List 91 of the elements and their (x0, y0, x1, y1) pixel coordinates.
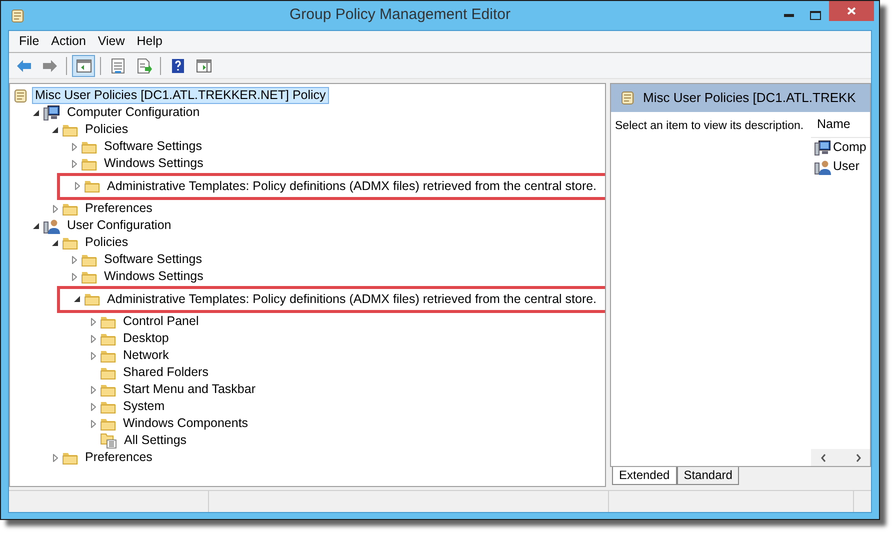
tree-item[interactable]: Windows Settings (101, 268, 206, 285)
tree-item[interactable]: System (120, 398, 168, 415)
scroll-icon (619, 90, 635, 106)
folder-icon (62, 122, 78, 136)
folder-icon (100, 416, 116, 430)
column-header[interactable]: Name (811, 112, 870, 138)
list-item[interactable]: User (833, 157, 860, 176)
folder-icon (62, 202, 78, 216)
folder-icon (100, 366, 116, 380)
close-button[interactable] (829, 1, 874, 21)
folder-icon (81, 270, 97, 284)
expand-icon[interactable] (90, 318, 96, 326)
folder-icon (100, 348, 116, 362)
list-item[interactable]: Comp (833, 138, 866, 157)
close-icon (847, 7, 856, 15)
expand-icon[interactable] (74, 182, 80, 190)
tree-item[interactable]: Software Settings (101, 251, 205, 268)
back-icon (16, 58, 32, 74)
folder-icon (100, 314, 116, 328)
menu-item[interactable]: View (92, 32, 131, 51)
tree-item[interactable]: User Configuration (64, 217, 174, 234)
scroll-left-icon[interactable] (821, 454, 826, 462)
collapse-icon[interactable] (74, 296, 80, 302)
toolbar-button[interactable] (72, 54, 95, 76)
expand-icon[interactable] (72, 160, 76, 168)
expand-icon[interactable] (72, 142, 76, 150)
folder-icon (84, 179, 100, 193)
tree-item[interactable]: Computer Configuration (64, 104, 203, 121)
menu-item[interactable]: Help (130, 32, 168, 51)
tree-item[interactable]: Shared Folders (120, 364, 212, 381)
folder-icon (81, 140, 97, 154)
tree-item[interactable]: Administrative Templates: Policy definitions (ADMX files) retrieved from the central store. (104, 290, 600, 308)
expand-icon[interactable] (90, 420, 96, 428)
scroll-icon (9, 8, 25, 24)
computer-icon (814, 140, 831, 156)
tab[interactable]: Standard (676, 467, 740, 485)
tree-item[interactable]: Policies (82, 121, 132, 138)
folder-icon (84, 292, 100, 306)
user-icon (814, 158, 831, 174)
tree-item[interactable]: Administrative Templates: Policy definitions (ADMX files) retrieved from the central store. (104, 178, 600, 194)
collapse-icon[interactable] (33, 110, 39, 116)
pane-icon (196, 58, 212, 74)
tree-item[interactable]: Software Settings (101, 138, 205, 155)
folder-icon (81, 252, 97, 266)
user-icon (43, 218, 60, 234)
minimize-icon (784, 14, 794, 17)
expand-icon[interactable] (72, 256, 76, 264)
folder-icon (62, 236, 78, 250)
expand-icon[interactable] (52, 454, 58, 462)
folder-icon (62, 450, 78, 464)
tree-item[interactable]: Windows Components (120, 415, 252, 432)
folder-icon (81, 156, 97, 170)
tree-item[interactable]: All Settings (121, 432, 190, 449)
tree-item[interactable]: Start Menu and Taskbar (120, 381, 258, 398)
menu-item[interactable]: File (13, 32, 46, 51)
collapse-icon[interactable] (52, 126, 58, 132)
tree-item[interactable]: Policies (82, 234, 132, 251)
folder-icon (100, 400, 116, 414)
tree-item[interactable]: Preferences (82, 449, 156, 466)
properties-icon (110, 58, 126, 74)
computer-icon (43, 104, 60, 120)
description-text: Select an item to view its description. (614, 119, 805, 134)
tree-item[interactable]: Control Panel (120, 313, 202, 330)
settings-folder-icon (100, 432, 117, 448)
folder-icon (100, 382, 116, 396)
scroll-icon (12, 88, 28, 104)
expand-icon[interactable] (52, 204, 58, 212)
tree-item[interactable]: Desktop (120, 330, 172, 347)
tree-item[interactable]: Preferences (82, 200, 156, 217)
collapse-icon[interactable] (52, 240, 58, 246)
expand-icon[interactable] (90, 402, 96, 410)
export-list-icon (136, 58, 152, 74)
menu-item[interactable]: Action (45, 32, 92, 51)
expand-icon[interactable] (90, 352, 96, 360)
expand-icon[interactable] (72, 272, 76, 280)
pane-icon (76, 58, 92, 74)
tree-item[interactable]: Windows Settings (101, 155, 206, 172)
scrollbar[interactable] (811, 449, 870, 466)
tab[interactable]: Extended (612, 467, 677, 485)
scroll-right-icon[interactable] (856, 454, 861, 462)
window-title: Group Policy Management Editor (288, 5, 512, 26)
folder-icon (100, 332, 116, 346)
forward-icon (42, 58, 58, 74)
help-icon (170, 58, 186, 74)
tree-item[interactable]: Misc User Policies [DC1.ATL.TREKKER.NET] Policy (32, 87, 329, 104)
tree-item[interactable]: Network (120, 347, 172, 364)
expand-icon[interactable] (90, 386, 96, 394)
pane-title: Misc User Policies [DC1.ATL.TREKK (643, 89, 856, 108)
collapse-icon[interactable] (33, 222, 39, 228)
maximize-icon (810, 11, 821, 20)
expand-icon[interactable] (90, 334, 96, 342)
